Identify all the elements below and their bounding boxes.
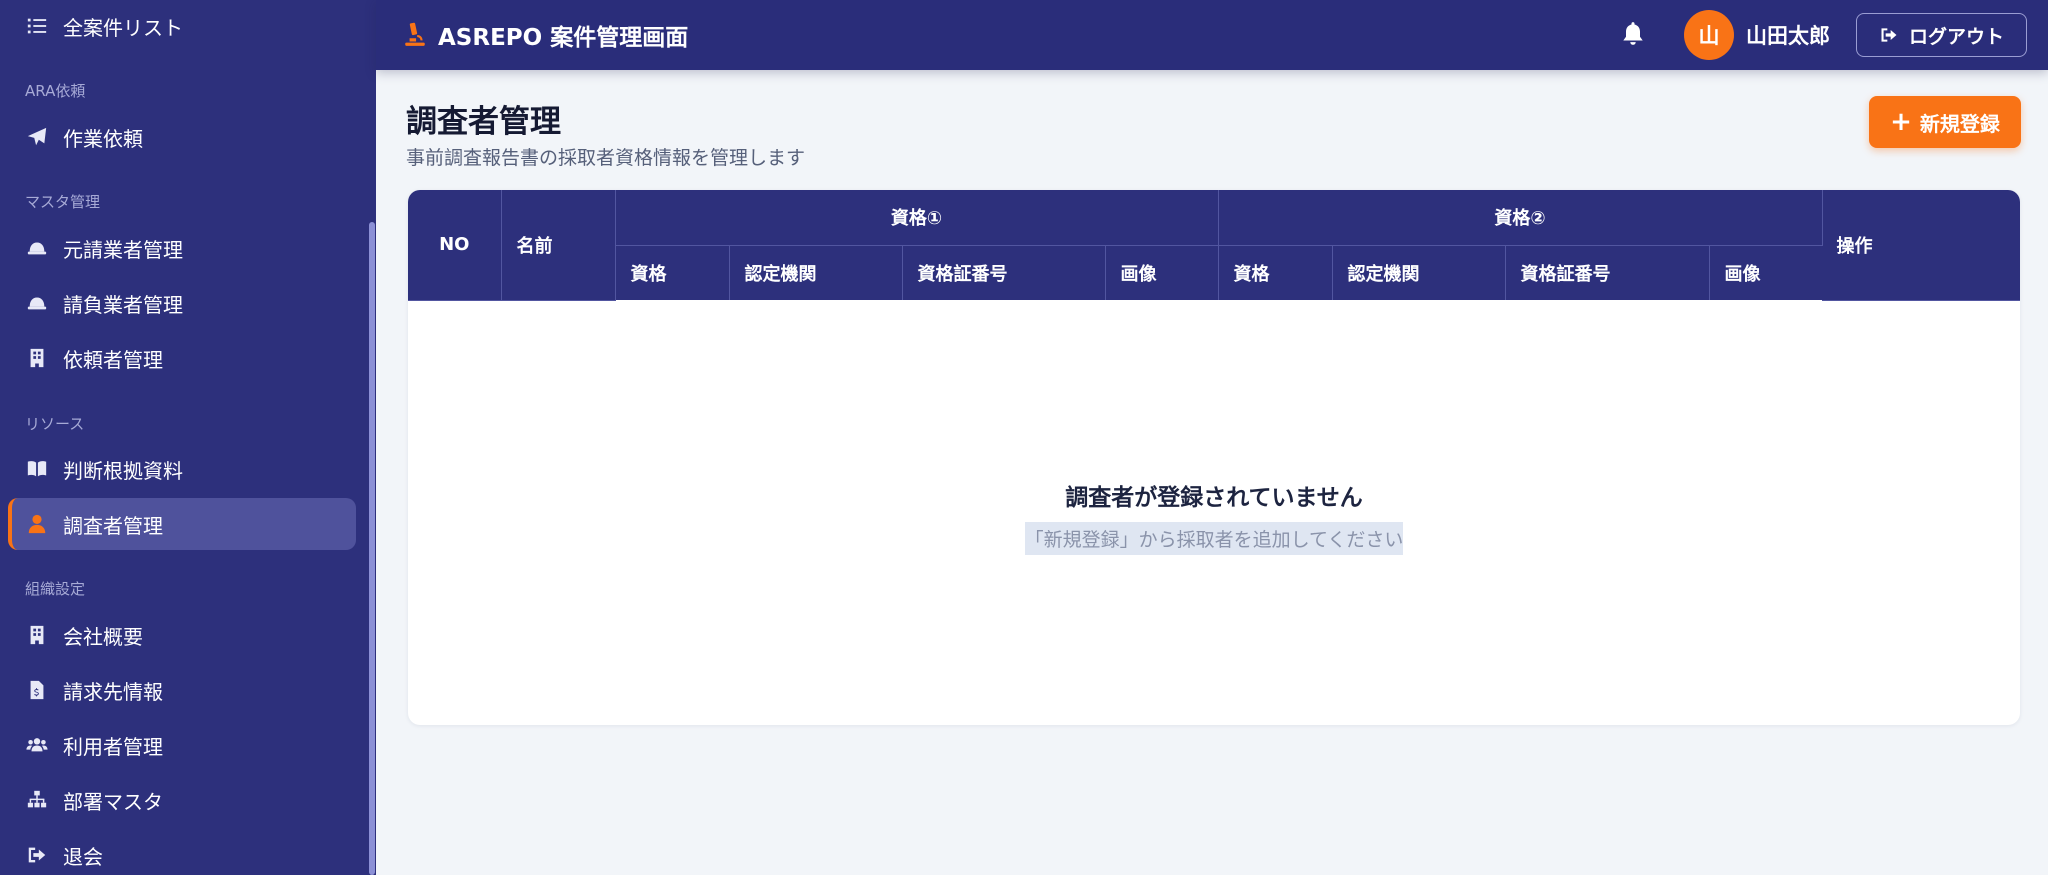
new-registration-label: 新規登録 — [1919, 111, 2000, 136]
sidebar-item-departments[interactable]: 部署マスタ — [8, 774, 356, 826]
sidebar-item-label: 退会 — [63, 844, 103, 869]
sidebar-item-all-cases[interactable]: 全案件リスト — [8, 0, 356, 52]
users-icon — [25, 733, 49, 757]
sitemap-icon — [25, 788, 49, 812]
sidebar-item-label: 全案件リスト — [63, 15, 183, 40]
column-header-qualification[interactable]: 資格 — [615, 245, 730, 300]
sidebar-item-reference-docs[interactable]: 判断根拠資料 — [8, 443, 356, 495]
column-group-qualification-2: 資格② — [1218, 190, 1823, 246]
column-header-certifying-body[interactable]: 認定機関 — [1332, 245, 1506, 300]
sidebar-item-billing-info[interactable]: 請求先情報 — [8, 664, 356, 716]
app-title: ASREPO 案件管理画面 — [438, 25, 689, 51]
surveyor-table-card: NO 名前 資格① 資格② 操作 資格 認定機関 資格証番号 画像 資格 認定機… — [408, 190, 2020, 725]
user-tie-icon — [25, 512, 49, 536]
page-title: 調査者管理 — [406, 104, 561, 140]
logout-button[interactable]: ログアウト — [1856, 13, 2027, 57]
sign-out-icon — [25, 843, 49, 867]
column-group-qualification-1: 資格① — [615, 190, 1219, 246]
notification-bell-icon[interactable] — [1620, 20, 1648, 50]
app-brand[interactable]: ASREPO 案件管理画面 — [402, 0, 688, 70]
sidebar-item-withdraw[interactable]: 退会 — [8, 829, 356, 875]
sidebar-item-subcontractors[interactable]: 請負業者管理 — [8, 277, 356, 329]
sidebar-item-label: 利用者管理 — [63, 734, 163, 759]
column-header-certifying-body[interactable]: 認定機関 — [729, 245, 903, 300]
surveyor-table: NO 名前 資格① 資格② 操作 資格 認定機関 資格証番号 画像 資格 認定機… — [408, 190, 2020, 301]
invoice-icon — [25, 678, 49, 702]
list-icon — [25, 14, 49, 38]
sidebar-section-org: 組織設定 — [25, 580, 86, 598]
sidebar-item-prime-contractors[interactable]: 元請業者管理 — [8, 222, 356, 274]
sign-out-icon — [1881, 28, 1897, 42]
plus-icon: + — [1890, 107, 1912, 137]
hard-hat-icon — [25, 291, 49, 315]
sidebar-item-label: 会社概要 — [63, 624, 143, 649]
column-header-qualification[interactable]: 資格 — [1218, 245, 1333, 300]
empty-state-subtitle-wrap: 「新規登録」から採取者を追加してください — [408, 522, 2020, 555]
new-registration-button[interactable]: + 新規登録 — [1869, 96, 2021, 148]
column-header-no[interactable]: NO — [408, 190, 502, 301]
sidebar-section-ara: ARA依頼 — [25, 82, 86, 100]
building-icon — [25, 623, 49, 647]
column-header-certificate-number[interactable]: 資格証番号 — [1505, 245, 1710, 300]
sidebar-item-user-management[interactable]: 利用者管理 — [8, 719, 356, 771]
logout-label: ログアウト — [1908, 25, 2004, 48]
column-header-image: 画像 — [1709, 245, 1822, 300]
sidebar-item-label: 依頼者管理 — [63, 347, 163, 372]
hard-hat-icon — [25, 236, 49, 260]
microscope-logo-icon — [402, 22, 428, 48]
building-icon — [25, 346, 49, 370]
paper-plane-icon — [25, 125, 49, 149]
sidebar-item-label: 請負業者管理 — [63, 292, 183, 317]
sidebar-item-label: 請求先情報 — [63, 679, 163, 704]
page-description: 事前調査報告書の採取者資格情報を管理します — [406, 147, 806, 169]
sidebar: 全案件リスト ARA依頼 作業依頼 マスタ管理 元請業者管理 請負業者管理 依頼… — [0, 0, 376, 875]
sidebar-section-resources: リソース — [25, 415, 85, 433]
sidebar-scrollbar-thumb[interactable] — [369, 222, 375, 875]
sidebar-section-master: マスタ管理 — [25, 193, 101, 211]
user-name[interactable]: 山田太郎 — [1746, 0, 1830, 70]
column-header-certificate-number[interactable]: 資格証番号 — [902, 245, 1106, 300]
sidebar-item-label: 作業依頼 — [63, 126, 143, 151]
book-icon — [25, 457, 49, 481]
sidebar-item-requesters[interactable]: 依頼者管理 — [8, 332, 356, 384]
avatar[interactable]: 山 — [1684, 10, 1734, 60]
sidebar-item-label: 調査者管理 — [63, 513, 163, 538]
sidebar-item-company-profile[interactable]: 会社概要 — [8, 609, 356, 661]
empty-state-subtitle: 「新規登録」から採取者を追加してください — [1024, 522, 1404, 555]
sidebar-item-label: 部署マスタ — [63, 789, 163, 814]
column-header-actions: 操作 — [1822, 190, 2020, 301]
column-header-name[interactable]: 名前 — [501, 190, 616, 301]
sidebar-item-work-request[interactable]: 作業依頼 — [8, 111, 356, 163]
sidebar-item-label: 判断根拠資料 — [63, 458, 183, 483]
empty-state-title: 調査者が登録されていません — [1065, 485, 1363, 511]
sidebar-item-label: 元請業者管理 — [63, 237, 183, 262]
sidebar-item-surveyors[interactable]: 調査者管理 — [8, 498, 356, 550]
column-header-image: 画像 — [1105, 245, 1219, 300]
top-header: ASREPO 案件管理画面 山 山田太郎 ログアウト — [376, 0, 2048, 70]
